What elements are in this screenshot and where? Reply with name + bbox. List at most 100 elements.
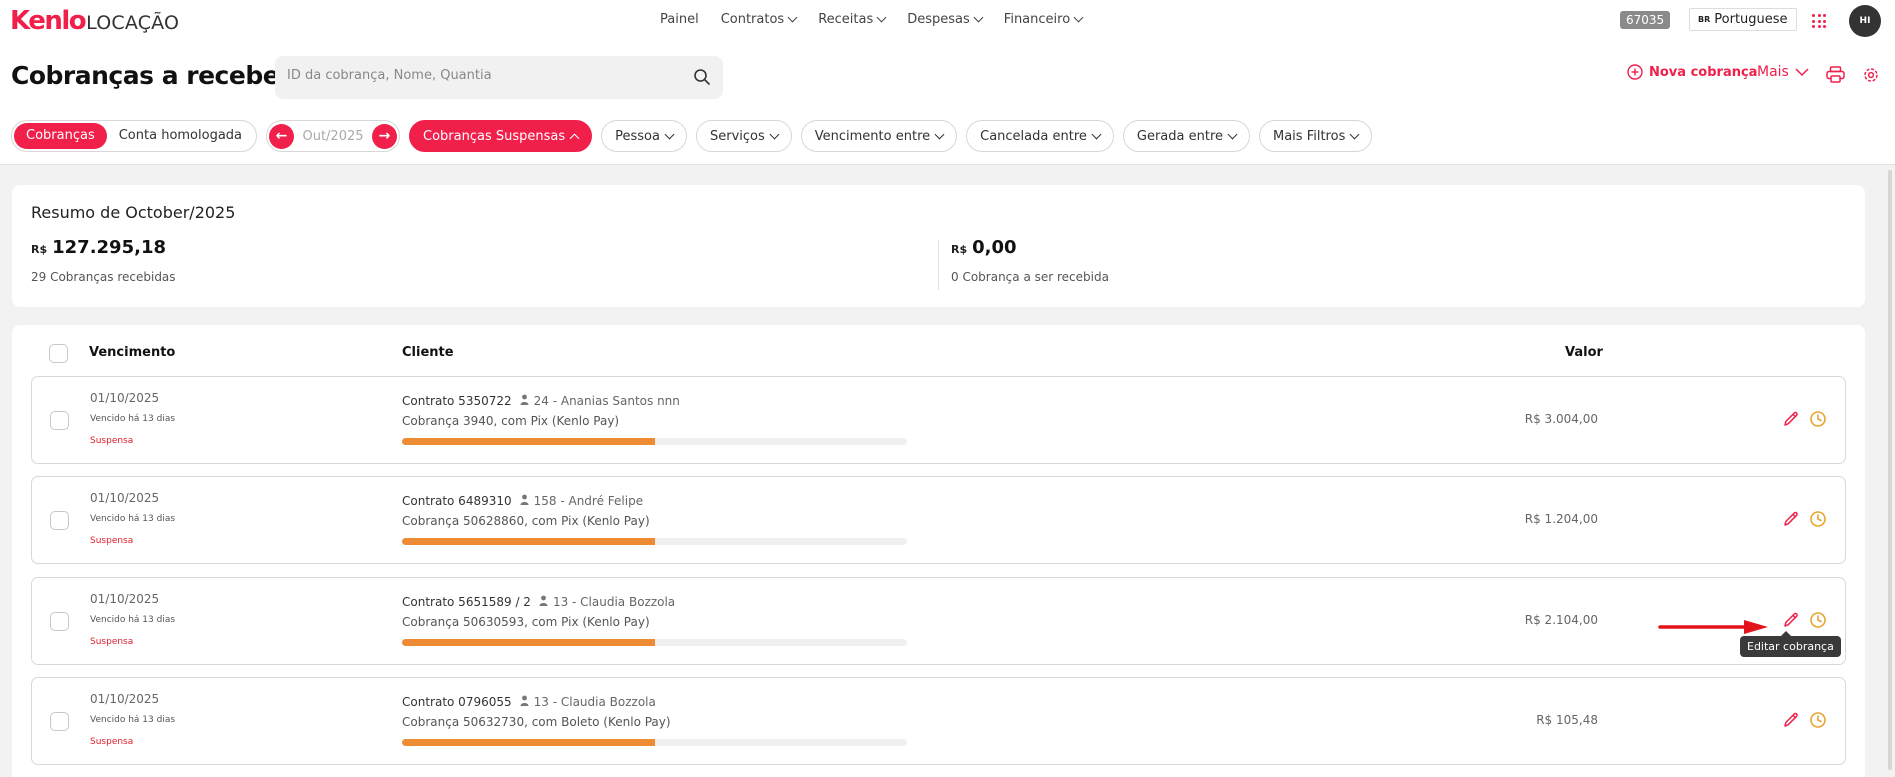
charge-description: Cobrança 50628860, com Pix (Kenlo Pay) — [402, 514, 650, 528]
row-checkbox[interactable] — [50, 411, 69, 430]
progress-fill — [402, 438, 655, 445]
plus-circle-icon — [1627, 64, 1643, 80]
user-avatar[interactable]: HI — [1849, 5, 1881, 37]
clock-icon[interactable] — [1809, 711, 1827, 733]
row-checkbox[interactable] — [50, 712, 69, 731]
contract-link[interactable]: Contrato 6489310 — [402, 494, 512, 508]
nav-painel[interactable]: Painel — [660, 12, 699, 27]
charge-description: Cobrança 3940, com Pix (Kenlo Pay) — [402, 414, 620, 428]
summary-card: Resumo de October/2025 R$ 127.295,18 29 … — [12, 185, 1865, 307]
clock-icon[interactable] — [1809, 410, 1827, 432]
progress-fill — [402, 538, 655, 545]
filter-vencimento-entre[interactable]: Vencimento entre — [800, 120, 958, 152]
filter-label: Pessoa — [615, 128, 660, 144]
language-selector[interactable]: BR Portuguese — [1689, 8, 1797, 31]
nav-receitas[interactable]: Receitas — [818, 12, 887, 27]
progress-fill — [402, 639, 655, 646]
edit-pencil-icon[interactable] — [1782, 611, 1800, 633]
filter-servicos[interactable]: Serviços — [695, 120, 792, 152]
client-info[interactable]: 13 - Claudia Bozzola — [520, 695, 656, 709]
row-checkbox[interactable] — [50, 612, 69, 631]
row-checkbox[interactable] — [50, 511, 69, 530]
charge-amount: R$ 1.204,00 — [1524, 512, 1598, 526]
filter-label: Gerada entre — [1136, 128, 1223, 144]
filter-mais-filtros[interactable]: Mais Filtros — [1259, 120, 1373, 152]
search-icon[interactable] — [693, 68, 711, 90]
due-date: 01/10/2025 — [90, 491, 160, 505]
contract-link[interactable]: Contrato 0796055 — [402, 695, 512, 709]
divider — [938, 240, 939, 290]
toggle-cobrancas[interactable]: Cobranças — [14, 123, 107, 149]
contract-link[interactable]: Contrato 5350722 — [402, 394, 512, 408]
filter-label: Mais Filtros — [1273, 128, 1346, 144]
filter-suspended-charges[interactable]: Cobranças Suspensas — [409, 120, 593, 152]
chevron-down-icon — [973, 12, 984, 23]
nav-label: Painel — [660, 12, 699, 27]
charge-row[interactable]: 01/10/2025 Vencido há 13 dias Suspensa Cont… — [31, 376, 1846, 464]
status-badge: Suspensa — [90, 436, 134, 446]
filter-label: Serviços — [709, 128, 765, 144]
filters-bar: Cobranças Conta homologada ← Out/2025 → … — [11, 120, 1381, 152]
client-name: 24 - Ananias Santos nnn — [533, 394, 680, 408]
nav-despesas[interactable]: Despesas — [907, 12, 984, 27]
amount-value: 0,00 — [972, 237, 1017, 258]
select-all-checkbox[interactable] — [49, 344, 68, 363]
gear-icon[interactable] — [1862, 66, 1880, 88]
filter-gerada-entre[interactable]: Gerada entre — [1122, 120, 1250, 152]
person-icon — [520, 695, 529, 709]
overdue-text: Vencido há 13 dias — [90, 615, 176, 625]
edit-pencil-icon[interactable] — [1782, 410, 1800, 432]
pending-caption: 0 Cobrança a ser recebida — [951, 270, 1109, 284]
due-date: 01/10/2025 — [90, 592, 160, 606]
arrow-right-icon[interactable]: → — [372, 123, 398, 149]
top-nav: Kenlo LOCAÇÃO Painel Contratos Receitas … — [0, 0, 1895, 42]
charge-row[interactable]: 01/10/2025 Vencido há 13 dias Suspensa Cont… — [31, 577, 1846, 665]
chevron-down-icon — [1091, 129, 1102, 139]
page-header: Cobranças a receber Nova cobrança Mais C… — [0, 42, 1895, 165]
search-input[interactable] — [287, 68, 667, 83]
progress-fill — [402, 739, 655, 746]
clock-icon[interactable] — [1809, 611, 1827, 633]
contract-line: Contrato 5350722 24 - Ananias Santos nnn — [402, 394, 680, 408]
payment-progress-bar — [402, 639, 907, 646]
new-charge-label: Nova cobrança — [1649, 64, 1758, 80]
toggle-conta-homologada[interactable]: Conta homologada — [107, 123, 254, 149]
filter-cancelada-entre[interactable]: Cancelada entre — [966, 120, 1114, 152]
edit-pencil-icon[interactable] — [1782, 711, 1800, 733]
client-name: 13 - Claudia Bozzola — [533, 695, 656, 709]
edit-pencil-icon[interactable] — [1782, 510, 1800, 532]
currency-label: R$ — [951, 243, 968, 256]
contract-link[interactable]: Contrato 5651589 / 2 — [402, 595, 531, 609]
print-icon[interactable] — [1826, 66, 1845, 87]
client-info[interactable]: 158 - André Felipe — [520, 494, 643, 508]
period-selector: ← Out/2025 → — [266, 120, 401, 152]
period-label: Out/2025 — [302, 128, 364, 144]
chevron-down-icon — [934, 129, 945, 139]
nav-contratos[interactable]: Contratos — [721, 12, 798, 27]
chevron-down-icon — [1795, 68, 1809, 77]
summary-title: Resumo de October/2025 — [31, 203, 236, 222]
new-charge-button[interactable]: Nova cobrança — [1627, 64, 1757, 80]
overdue-text: Vencido há 13 dias — [90, 514, 176, 524]
more-menu-button[interactable]: Mais — [1757, 64, 1809, 80]
pending-amount: R$ 0,00 — [951, 237, 1017, 258]
language-label: Portuguese — [1714, 12, 1788, 27]
arrow-left-icon[interactable]: ← — [269, 123, 295, 149]
nav-financeiro[interactable]: Financeiro — [1004, 12, 1084, 27]
charge-row[interactable]: 01/10/2025 Vencido há 13 dias Suspensa Cont… — [31, 677, 1846, 765]
due-date: 01/10/2025 — [90, 391, 160, 405]
chevron-down-icon — [787, 12, 798, 23]
scrollbar[interactable] — [1888, 170, 1892, 770]
chevron-down-icon — [1227, 129, 1238, 139]
kenlo-logo[interactable]: Kenlo LOCAÇÃO — [10, 6, 179, 36]
client-info[interactable]: 13 - Claudia Bozzola — [539, 595, 675, 609]
nav-label: Receitas — [818, 12, 874, 27]
clock-icon[interactable] — [1809, 510, 1827, 532]
chevron-down-icon — [876, 12, 887, 23]
client-info[interactable]: 24 - Ananias Santos nnn — [520, 394, 680, 408]
filter-pessoa[interactable]: Pessoa — [601, 120, 687, 152]
charge-row[interactable]: 01/10/2025 Vencido há 13 dias Suspensa Cont… — [31, 476, 1846, 564]
apps-grid-icon[interactable] — [1812, 14, 1826, 28]
overdue-text: Vencido há 13 dias — [90, 414, 176, 424]
charge-amount: R$ 3.004,00 — [1524, 412, 1598, 426]
